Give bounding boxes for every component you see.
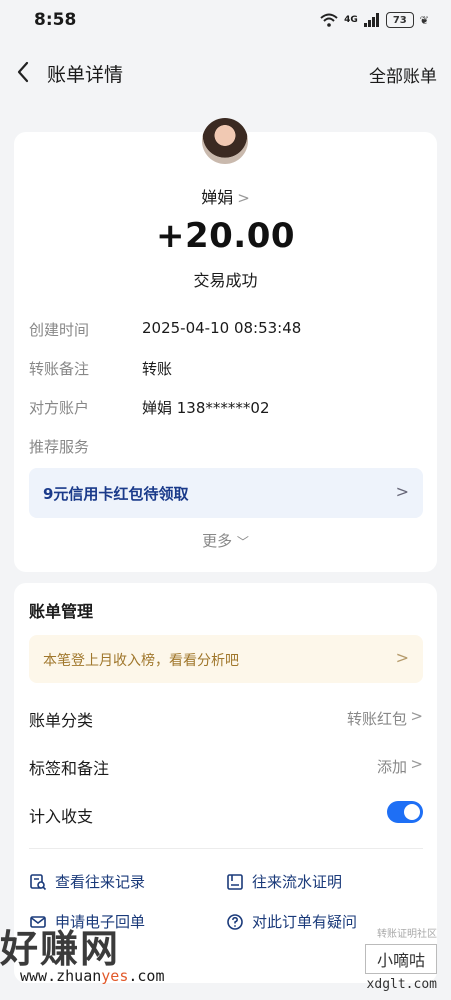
battery-icon: 73 <box>385 12 414 28</box>
document-icon <box>227 873 243 890</box>
nav-bar: 账单详情 全部账单 <box>0 50 451 94</box>
chevron-right-icon: > <box>395 648 409 667</box>
watermark-url-left: www.zhuanyes.com <box>20 967 165 985</box>
question-icon <box>227 913 243 930</box>
bill-category-row[interactable]: 账单分类 转账红包 > <box>29 701 423 733</box>
chevron-right-icon: > <box>237 189 250 207</box>
watermark-brand-left: 好赚网 <box>0 927 121 971</box>
watermark-url-right: xdglt.com <box>366 977 437 992</box>
tags-notes-row[interactable]: 标签和备注 添加 > <box>29 749 423 781</box>
avatar[interactable] <box>202 118 248 164</box>
row-label: 账单分类 <box>29 711 94 730</box>
more-label: 更多 <box>202 532 233 550</box>
banner-text: 本笔登上月收入榜，看看分析吧 <box>43 653 239 669</box>
amount: +20.00 <box>155 216 296 256</box>
link-label: 对此订单有疑问 <box>252 913 358 931</box>
detail-value: 转账 <box>142 360 173 378</box>
detail-label: 对方账户 <box>29 399 90 417</box>
wm-url-pre: www.zhuan <box>20 967 102 985</box>
wm-url-post: .com <box>128 967 165 985</box>
row-value: 转账红包 <box>346 710 407 728</box>
page-title: 账单详情 <box>47 64 124 86</box>
history-search-icon <box>30 873 47 890</box>
link-label: 查看往来记录 <box>55 873 146 891</box>
transaction-card: 婵娟 > +20.00 交易成功 创建时间 2025-04-10 08:53:48… <box>14 118 437 572</box>
back-arrow-icon[interactable] <box>12 58 36 86</box>
promo-banner[interactable]: 9元信用卡红包待领取 > <box>29 468 423 518</box>
signal-icon <box>363 13 379 27</box>
payee-label: 婵娟 <box>201 188 234 207</box>
chevron-right-icon: > <box>395 482 409 501</box>
more-button[interactable]: 更多 ﹀ <box>14 530 437 551</box>
statement-proof-link[interactable]: 往来流水证明 <box>226 871 342 892</box>
include-stats-toggle[interactable] <box>387 801 423 823</box>
include-in-stats-row: 计入收支 <box>29 797 423 829</box>
network-label: 4G <box>344 15 358 25</box>
payee-name[interactable]: 婵娟 > <box>14 184 437 208</box>
transaction-status: 交易成功 <box>193 271 258 290</box>
income-rank-banner[interactable]: 本笔登上月收入榜，看看分析吧 > <box>29 635 423 683</box>
order-question-link[interactable]: 对此订单有疑问 <box>226 911 357 932</box>
status-bar: 8:58 4G 73 ❦ <box>0 0 451 42</box>
status-icons: 4G 73 ❦ <box>320 12 429 28</box>
row-label: 标签和备注 <box>29 759 110 778</box>
wifi-icon <box>320 13 338 27</box>
status-time: 8:58 <box>34 10 77 30</box>
section-title: 账单管理 <box>29 602 94 621</box>
divider <box>29 848 423 849</box>
detail-value: 婵娟 138******02 <box>142 399 270 417</box>
detail-label: 推荐服务 <box>29 438 90 456</box>
chevron-down-icon: ﹀ <box>236 535 249 549</box>
link-label: 往来流水证明 <box>252 873 343 891</box>
watermark-tag-right: 转账证明社区 <box>377 929 437 940</box>
detail-value: 2025-04-10 08:53:48 <box>142 319 302 337</box>
watermark-brand-right: 小嘀咕 <box>365 944 437 974</box>
view-history-link[interactable]: 查看往来记录 <box>29 871 145 892</box>
all-bills-link[interactable]: 全部账单 <box>369 62 437 87</box>
row-value: 添加 <box>376 758 407 776</box>
detail-label: 转账备注 <box>29 360 90 378</box>
promo-text: 9元信用卡红包待领取 <box>43 485 189 503</box>
detail-label: 创建时间 <box>29 321 90 339</box>
chevron-right-icon: > <box>410 707 423 725</box>
wm-url-hl: yes <box>101 967 129 985</box>
chevron-right-icon: > <box>410 755 423 773</box>
row-label: 计入收支 <box>29 807 94 826</box>
leaf-icon: ❦ <box>419 13 429 27</box>
